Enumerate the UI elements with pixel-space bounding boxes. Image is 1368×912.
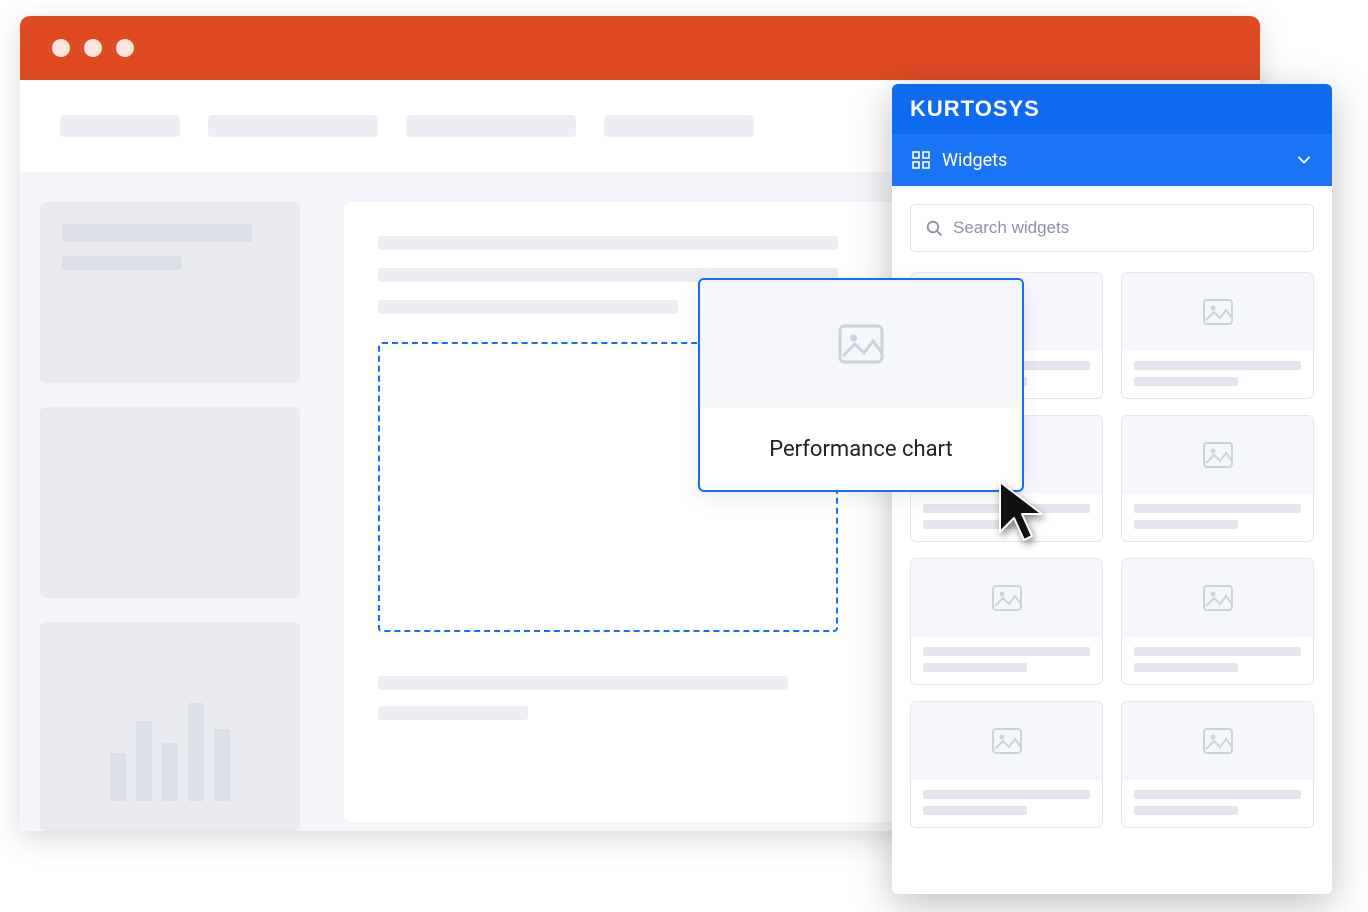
drag-preview-card[interactable]: Performance chart bbox=[698, 278, 1024, 492]
drag-preview-thumb bbox=[700, 280, 1022, 408]
search-box[interactable] bbox=[910, 204, 1314, 252]
panel-section-header[interactable]: Widgets bbox=[892, 134, 1332, 186]
search-input[interactable] bbox=[953, 218, 1299, 238]
cursor-icon bbox=[996, 478, 1052, 548]
widget-card[interactable] bbox=[1121, 415, 1314, 542]
search-icon bbox=[925, 219, 943, 237]
image-icon bbox=[1200, 580, 1236, 616]
toolbar-logo-placeholder bbox=[60, 115, 180, 137]
toolbar-nav-placeholder bbox=[208, 115, 378, 137]
chevron-down-icon bbox=[1296, 152, 1312, 168]
widget-card[interactable] bbox=[1121, 272, 1314, 399]
image-icon bbox=[989, 723, 1025, 759]
window-close-dot[interactable] bbox=[52, 39, 70, 57]
sidebar-card bbox=[40, 202, 300, 383]
toolbar-nav-placeholder bbox=[406, 115, 576, 137]
widget-card[interactable] bbox=[1121, 701, 1314, 828]
widgets-grid-icon bbox=[912, 151, 930, 169]
drag-preview-label: Performance chart bbox=[700, 408, 1022, 490]
widget-thumb bbox=[911, 559, 1102, 637]
panel-brand-bar: KURTOSYS bbox=[892, 84, 1332, 134]
panel-section-label: Widgets bbox=[942, 150, 1007, 171]
widget-card[interactable] bbox=[1121, 558, 1314, 685]
image-icon bbox=[1200, 437, 1236, 473]
widget-card[interactable] bbox=[910, 558, 1103, 685]
widget-card[interactable] bbox=[910, 701, 1103, 828]
widget-thumb bbox=[1122, 416, 1313, 494]
sidebar bbox=[20, 172, 320, 831]
image-icon bbox=[989, 580, 1025, 616]
widget-thumb bbox=[1122, 559, 1313, 637]
window-minimize-dot[interactable] bbox=[84, 39, 102, 57]
window-maximize-dot[interactable] bbox=[116, 39, 134, 57]
image-icon bbox=[834, 317, 888, 371]
image-icon bbox=[1200, 294, 1236, 330]
sidebar-chart-card bbox=[40, 622, 300, 831]
widget-thumb bbox=[1122, 273, 1313, 351]
image-icon bbox=[1200, 723, 1236, 759]
brand-logo-text: KURTOSYS bbox=[910, 96, 1040, 122]
sidebar-card bbox=[40, 407, 300, 598]
widget-thumb bbox=[1122, 702, 1313, 780]
widget-thumb bbox=[911, 702, 1102, 780]
window-title-bar bbox=[20, 16, 1260, 80]
toolbar-nav-placeholder bbox=[604, 115, 754, 137]
